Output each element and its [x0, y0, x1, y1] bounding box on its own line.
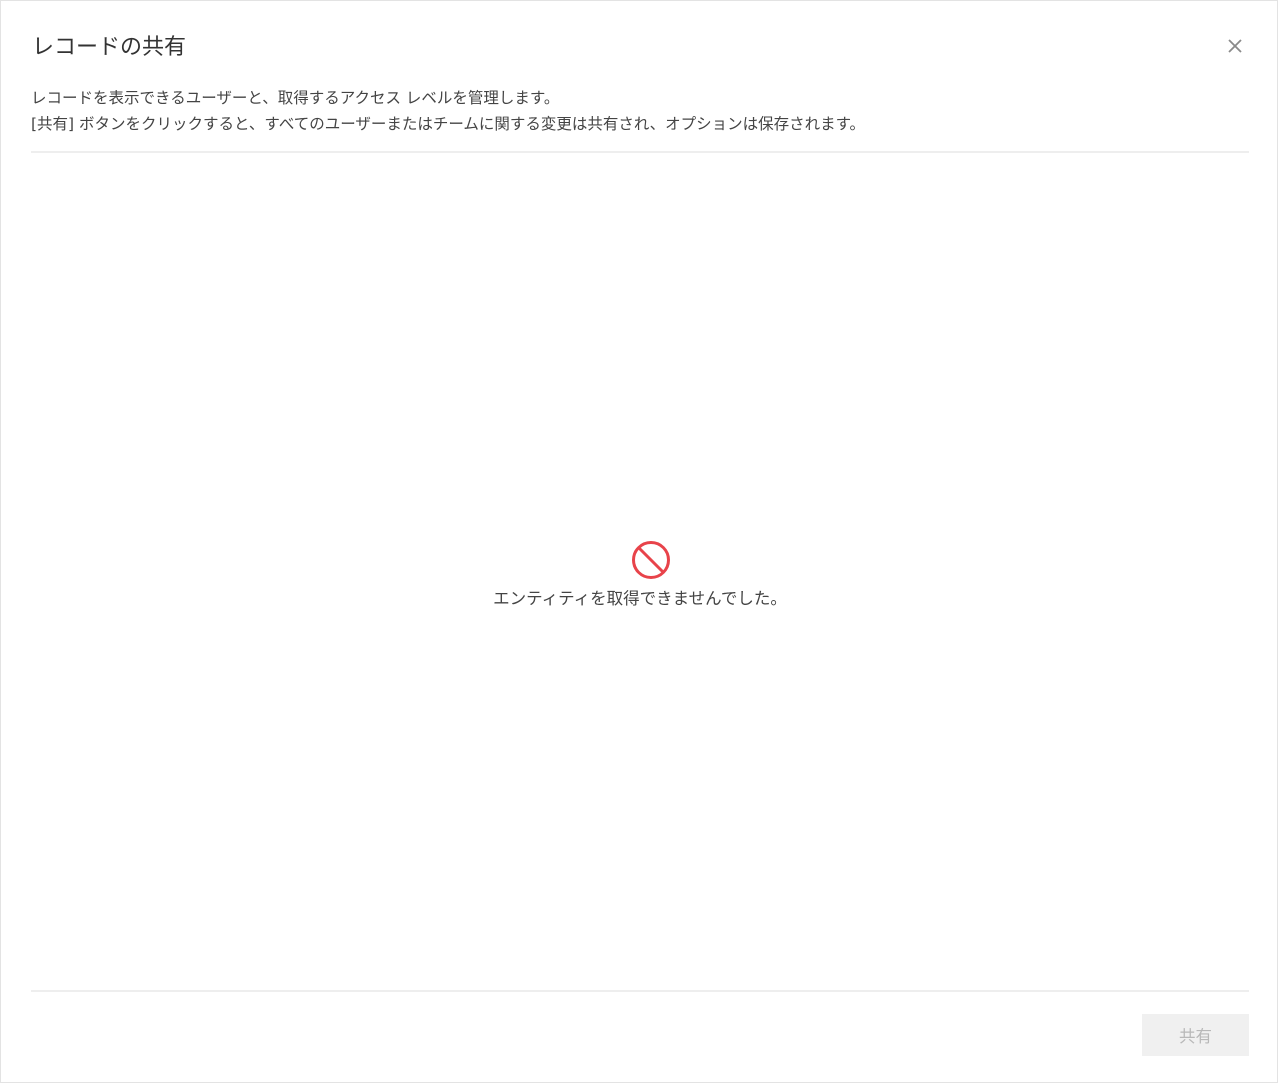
empty-state: エンティティを取得できませんでした。 — [1, 539, 1278, 609]
share-button[interactable]: 共有 — [1142, 1014, 1249, 1056]
blocked-icon — [632, 541, 670, 579]
error-message: エンティティを取得できませんでした。 — [493, 589, 787, 608]
description-line-2: [共有] ボタンをクリックすると、すべてのユーザーまたはチームに関する変更は共有… — [31, 115, 866, 133]
footer-divider — [31, 990, 1249, 992]
close-button[interactable] — [1220, 31, 1250, 61]
header-divider — [31, 151, 1249, 153]
dialog-title: レコードの共有 — [32, 35, 187, 60]
description-line-1: レコードを表示できるユーザーと、取得するアクセス レベルを管理します。 — [31, 89, 560, 107]
share-record-dialog: レコードの共有 レコードを表示できるユーザーと、取得するアクセス レベルを管理し… — [0, 0, 1278, 1083]
dialog-description: レコードを表示できるユーザーと、取得するアクセス レベルを管理します。 [共有]… — [31, 85, 1249, 137]
close-icon — [1228, 39, 1242, 53]
